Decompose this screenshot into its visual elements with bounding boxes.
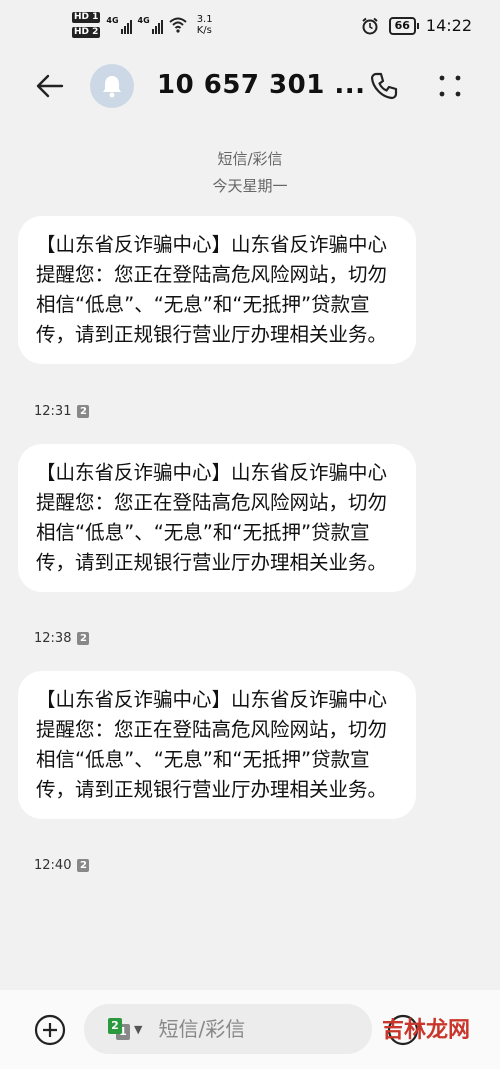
message-bubble[interactable]: 【山东省反诈骗中心】山东省反诈骗中心提醒您：您正在登陆高危风险网站，切勿相信“低… — [18, 444, 416, 592]
message-type-label: 短信/彩信 — [217, 150, 283, 168]
conversation-header: 10 657 301 ... — [0, 52, 500, 124]
message-time-row: 12:40 2 — [34, 858, 90, 873]
bell-icon — [103, 76, 121, 98]
wifi-icon — [169, 17, 187, 33]
back-arrow-icon[interactable] — [32, 68, 68, 104]
message-time: 12:31 — [34, 404, 72, 419]
message-input-box[interactable]: 1 2 ▼ — [84, 1004, 372, 1054]
hd1-badge: HD 1 — [72, 12, 101, 23]
watermark-logo: 吉林龙网 — [381, 1018, 470, 1043]
clock: 14:22 — [425, 16, 472, 35]
sim-card-icon: 1 2 — [108, 1018, 130, 1040]
phone-icon[interactable] — [366, 68, 402, 104]
message-input[interactable] — [156, 1016, 331, 1042]
composer-bar: 1 2 ▼ 吉林龙网 — [0, 990, 500, 1069]
more-vertical-icon[interactable] — [432, 68, 468, 104]
sim-selector[interactable]: 1 2 ▼ — [108, 1018, 142, 1040]
alarm-clock-icon — [361, 17, 378, 34]
message-bubble[interactable]: 【山东省反诈骗中心】山东省反诈骗中心提醒您：您正在登陆高危风险网站，切勿相信“低… — [18, 671, 416, 819]
message-time: 12:38 — [34, 631, 72, 646]
message-time: 12:40 — [34, 858, 72, 873]
avatar[interactable] — [90, 64, 134, 108]
signal-icon-2: 4G — [138, 16, 163, 34]
net-speed: 3.1 K/s — [196, 14, 213, 36]
signal-icon: 4G — [106, 16, 132, 34]
sim-badge: 2 — [77, 859, 90, 872]
message-time-row: 12:31 2 — [34, 404, 90, 419]
battery-icon: 66 — [388, 16, 420, 35]
status-bar: HD 1 HD 2 4G 4G 3.1 K/s 66 14:22 — [0, 0, 500, 50]
hd2-badge: HD 2 — [72, 27, 101, 38]
status-right: 66 14:22 — [361, 16, 472, 35]
contact-title: 10 657 301 ... — [157, 70, 366, 100]
message-time-row: 12:38 2 — [34, 631, 90, 646]
sim-badge: 2 — [77, 405, 90, 418]
date-label: 今天星期一 — [212, 177, 288, 195]
status-left: HD 1 HD 2 4G 4G 3.1 K/s — [72, 12, 213, 38]
dropdown-caret-icon: ▼ — [134, 1022, 143, 1036]
sim-badge: 2 — [77, 632, 90, 645]
message-bubble[interactable]: 【山东省反诈骗中心】山东省反诈骗中心提醒您：您正在登陆高危风险网站，切勿相信“低… — [18, 216, 416, 364]
add-attachment-icon[interactable] — [32, 1012, 68, 1048]
